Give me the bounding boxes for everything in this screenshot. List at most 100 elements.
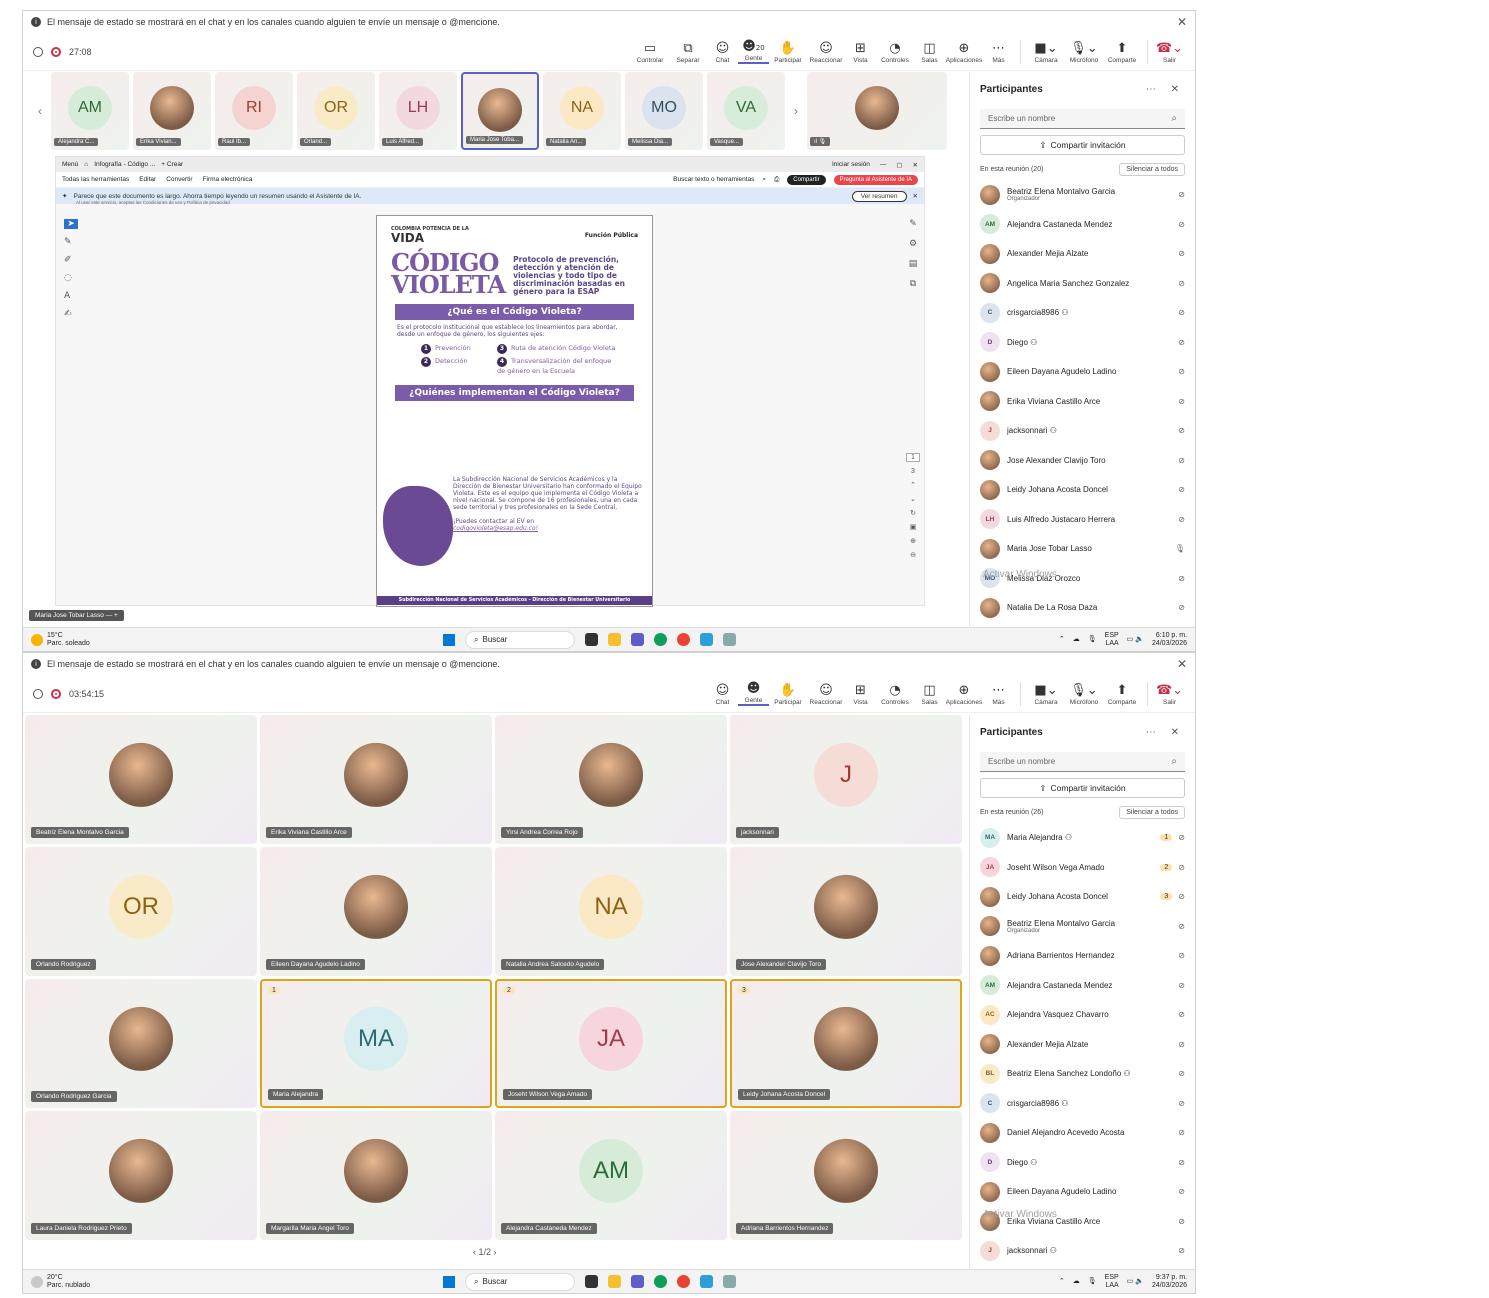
refresh-icon[interactable]: ↻ (906, 509, 920, 517)
mic-icon[interactable]: 🎙 (1088, 1278, 1097, 1286)
participant-row[interactable]: Ccrisgarcia8986 ⚇ ⊘ (976, 1089, 1189, 1119)
pdf-share-button[interactable]: Compartir (787, 174, 826, 185)
weather-widget[interactable]: 15°C Parc. soleado (31, 632, 90, 648)
strip-tile[interactable]: NA Natalia An... (543, 72, 621, 150)
windows-start-icon[interactable] (443, 633, 455, 646)
language-indicator[interactable]: ESP LAA (1105, 1274, 1119, 1290)
video-tile[interactable]: 3 Leidy Johana Acosta Doncel (730, 979, 962, 1108)
video-tile[interactable]: Jose Alexander Clavijo Toro (730, 847, 962, 976)
camera-button[interactable]: ■⌄ Cámara (1027, 683, 1065, 706)
strip-next-icon[interactable]: › (789, 72, 803, 150)
onedrive-icon[interactable]: ☁ (1073, 636, 1080, 644)
page-current[interactable]: 1 (906, 453, 920, 462)
video-tile[interactable]: 2 JA Joseht Wilson Vega Amado (495, 979, 727, 1108)
volume-icon[interactable]: ▭ 🔈 (1127, 1278, 1144, 1286)
rooms-button[interactable]: ◫ Salas (914, 41, 945, 64)
chevron-up-icon[interactable]: ⌃ (1059, 636, 1065, 644)
panel-controls[interactable]: ⋯ ✕ (1146, 84, 1185, 95)
language-indicator[interactable]: ESP LAA (1105, 632, 1119, 648)
participant-row[interactable]: Adriana Barrientos Hernandez ⊘ (976, 941, 1189, 971)
chrome-icon[interactable] (677, 633, 690, 646)
participant-row[interactable]: Jjacksonnari ⚇ ⊘ (976, 1236, 1189, 1266)
onedrive-icon[interactable]: ☁ (1073, 1278, 1080, 1286)
video-tile[interactable]: Beatriz Elena Montalvo Garcia (25, 715, 257, 844)
participant-search-input[interactable]: Escribe un nombre ⌕ (980, 109, 1185, 129)
video-tile[interactable]: OR Orlando Rodriguez (25, 847, 257, 976)
save-icon[interactable]: ▣ (906, 523, 920, 531)
strip-tile[interactable]: MO Melissa Dia... (625, 72, 703, 150)
pdf-tab[interactable]: Infografía - Código ... (94, 161, 155, 168)
see-summary-button[interactable]: Ver resumen (851, 190, 907, 202)
video-tile[interactable]: NA Natalia Andrea Salcedo Agudelo (495, 847, 727, 976)
more-button[interactable]: ⋯ Más (983, 41, 1014, 64)
weather-widget[interactable]: 20°C Parc. nublado (31, 1274, 90, 1290)
strip-tile[interactable]: LH Luis Alfred... (379, 72, 457, 150)
windows-start-icon[interactable] (443, 1275, 455, 1288)
chevron-up-icon[interactable]: ⌃ (1059, 1278, 1065, 1286)
chevron-down-icon[interactable]: ⌄ (906, 495, 920, 503)
taskbar-search[interactable]: ⌕ Buscar (465, 630, 575, 649)
photos-icon[interactable] (723, 1275, 736, 1288)
raise-hand-button[interactable]: ✋ Participar (769, 41, 807, 64)
chat-button[interactable]: ☺ Chat (707, 683, 738, 706)
apps-button[interactable]: ⊕ Aplicaciones (945, 41, 983, 64)
zoom-in-icon[interactable]: ⊕ (906, 537, 920, 545)
menu-item-edit[interactable]: Editar (139, 176, 156, 183)
mic-icon[interactable]: 🎙 (1088, 636, 1097, 644)
participant-row[interactable]: Daniel Alejandro Acevedo Acosta ⊘ (976, 1118, 1189, 1148)
participant-row[interactable]: Beatriz Elena Montalvo Garcia Organizador… (976, 180, 1189, 210)
leave-button[interactable]: ☎⌄ Salir (1154, 41, 1185, 64)
video-tile[interactable]: 1 MA Maria Alejandra (260, 979, 492, 1108)
home-icon[interactable]: ⌂ (84, 161, 88, 168)
close-icon[interactable]: ✕ (913, 161, 918, 169)
mute-all-button[interactable]: Silenciar a todos (1119, 806, 1185, 819)
shape-tool-icon[interactable]: ◌ (64, 273, 78, 283)
chevron-up-icon[interactable]: ⌃ (906, 481, 920, 489)
edit-icon[interactable]: ✎ (906, 219, 920, 229)
video-tile[interactable]: Margarita Maria Angel Toro (260, 1111, 492, 1240)
strip-prev-icon[interactable]: ‹ (33, 72, 47, 150)
settings-icon[interactable]: ⚙ (906, 239, 920, 249)
participant-row[interactable]: Ccrisgarcia8986 ⚇ ⊘ (976, 298, 1189, 328)
clock[interactable]: 6:10 p. m. 24/03/2026 (1152, 632, 1187, 648)
participant-row[interactable]: Beatriz Elena Montalvo Garcia Organizador… (976, 912, 1189, 942)
search-tools-button[interactable]: Buscar texto o herramientas (673, 176, 754, 183)
zoom-out-icon[interactable]: ⊖ (906, 551, 920, 559)
panel-controls[interactable]: ⋯ ✕ (1146, 727, 1185, 738)
control-button[interactable]: ▭ Controlar (631, 41, 669, 64)
photos-icon[interactable] (723, 633, 736, 646)
mute-all-button[interactable]: Silenciar a todos (1119, 163, 1185, 176)
participant-row[interactable]: Jjacksonnari ⚇ ⊘ (976, 416, 1189, 446)
view-button[interactable]: ⊞ Vista (845, 41, 876, 64)
share-button[interactable]: ⬆ Comparte (1103, 683, 1141, 706)
menu-item-all-tools[interactable]: Todas las herramientas (62, 176, 129, 183)
controls-button[interactable]: ◔ Controles (876, 683, 914, 706)
print-icon[interactable]: ⎙ (774, 176, 779, 184)
people-button[interactable]: ☻20 Gente (738, 39, 769, 64)
signin-button[interactable]: Iniciar sesión (832, 161, 870, 168)
participant-row[interactable]: MA Maria Alejandra ⚇ 1 ⊘ (976, 823, 1189, 853)
strip-tile[interactable]: Erika Vivian... (133, 72, 211, 150)
video-tile[interactable]: Orlando Rodriguez Garcia (25, 979, 257, 1108)
detach-button[interactable]: ⧉ Separar (669, 41, 707, 64)
pages-icon[interactable]: ▤ (906, 259, 920, 269)
chat-button[interactable]: ☺ Chat (707, 41, 738, 64)
mic-button[interactable]: 🎙⌄ Micrófono (1065, 41, 1103, 64)
raise-hand-button[interactable]: ✋ Participar (769, 683, 807, 706)
participant-row[interactable]: Maria Jose Tobar Lasso 🎙 (976, 534, 1189, 564)
task-view-icon[interactable] (585, 1275, 598, 1288)
camera-button[interactable]: ■⌄ Cámara (1027, 41, 1065, 64)
rooms-button[interactable]: ◫ Salas (914, 683, 945, 706)
menu-button[interactable]: Menú (62, 161, 78, 168)
participant-row[interactable]: Eileen Dayana Agudelo Ladino ⊘ (976, 1177, 1189, 1207)
close-icon[interactable]: ✕ (913, 192, 918, 200)
strip-tile[interactable]: AM Alejandra C... (51, 72, 129, 150)
minimize-icon[interactable]: — (880, 161, 887, 168)
more-button[interactable]: ⋯ Más (983, 683, 1014, 706)
controls-button[interactable]: ◔ Controles (876, 41, 914, 64)
video-tile[interactable]: Jjacksonnari (730, 715, 962, 844)
participant-row[interactable]: D Diego ⚇ ⊘ (976, 328, 1189, 358)
in-meeting-label[interactable]: En esta reunión (20) (980, 166, 1043, 173)
text-tool-icon[interactable]: A (64, 291, 78, 301)
participant-row[interactable]: JA Joseht Wilson Vega Amado 2 ⊘ (976, 853, 1189, 883)
